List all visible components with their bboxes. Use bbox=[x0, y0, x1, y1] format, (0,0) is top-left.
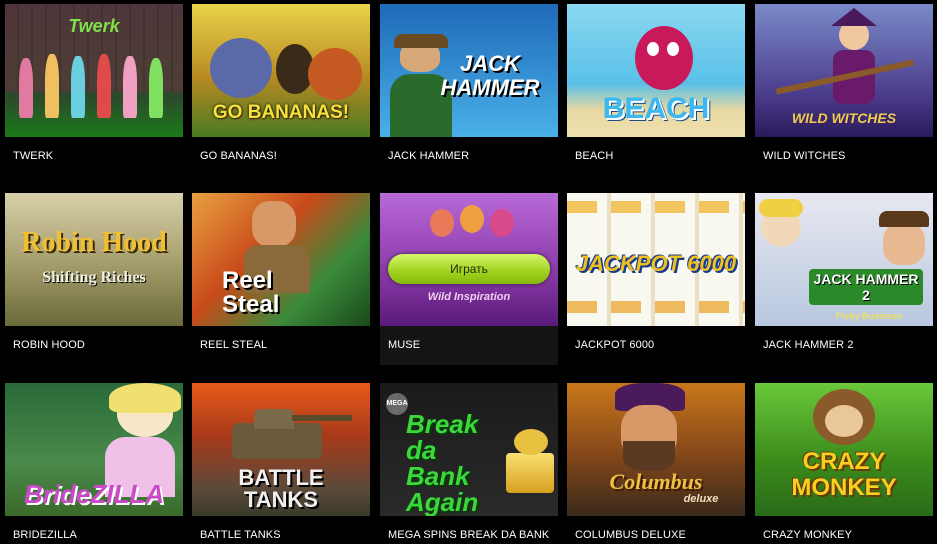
game-thumbnail-muse[interactable]: Играть Wild Inspiration bbox=[380, 193, 558, 326]
game-thumbnail-robin-hood[interactable]: Robin Hood Shifting Riches bbox=[5, 193, 183, 326]
game-logo-beach: BEACH bbox=[602, 92, 710, 125]
game-title[interactable]: CRAZY MONKEY bbox=[763, 529, 931, 542]
game-title[interactable]: TWERK bbox=[13, 150, 181, 163]
game-thumbnail-break-da-bank[interactable]: MEGA Break da Bank Again bbox=[380, 383, 558, 516]
play-button[interactable]: Играть bbox=[388, 254, 550, 284]
game-logo-robin-hood: Robin Hood bbox=[21, 227, 167, 258]
game-title[interactable]: JACKPOT 6000 bbox=[575, 339, 743, 352]
game-title[interactable]: BEACH bbox=[575, 150, 743, 163]
game-card-battle-tanks[interactable]: BATTLE TANKS BATTLE TANKS bbox=[192, 383, 370, 544]
game-logo-battle-tanks: BATTLE TANKS bbox=[238, 465, 324, 512]
game-thumbnail-columbus-deluxe[interactable]: Columbus deluxe bbox=[567, 383, 745, 516]
game-logo-twerk: Twerk bbox=[68, 16, 120, 36]
game-card-robin-hood[interactable]: Robin Hood Shifting Riches ROBIN HOOD bbox=[5, 193, 183, 365]
game-thumbnail-jack-hammer-2[interactable]: JACK HAMMER 2 Fishy Business bbox=[755, 193, 933, 326]
game-logo-bridezilla: BrideZILLA bbox=[23, 479, 165, 509]
game-title[interactable]: MUSE bbox=[388, 339, 556, 352]
game-subtitle-robin-hood: Shifting Riches bbox=[42, 269, 146, 286]
game-logo-break-da-bank: Break da Bank Again bbox=[406, 409, 479, 516]
game-card-beach[interactable]: BEACH BEACH bbox=[567, 4, 745, 176]
game-logo-muse: Wild Inspiration bbox=[427, 291, 511, 303]
game-logo-wild-witches: WILD WITCHES bbox=[791, 110, 897, 126]
game-card-break-da-bank[interactable]: MEGA Break da Bank Again MEGA SPINS BREA… bbox=[380, 383, 558, 544]
game-title[interactable]: MEGA SPINS BREAK DA BANK bbox=[388, 529, 556, 542]
game-card-go-bananas[interactable]: GO BANANAS! GO BANANAS! bbox=[192, 4, 370, 176]
game-title[interactable]: WILD WITCHES bbox=[763, 150, 931, 163]
game-card-jack-hammer-2[interactable]: JACK HAMMER 2 Fishy Business JACK HAMMER… bbox=[755, 193, 933, 365]
game-card-jack-hammer[interactable]: JACK HAMMER JACK HAMMER bbox=[380, 4, 558, 176]
game-logo-go-bananas: GO BANANAS! bbox=[212, 102, 350, 123]
game-thumbnail-jack-hammer[interactable]: JACK HAMMER bbox=[380, 4, 558, 137]
game-card-twerk[interactable]: Twerk TWERK bbox=[5, 4, 183, 176]
game-logo-columbus: Columbus bbox=[609, 469, 703, 494]
game-logo-jackpot-6000: JACKPOT 6000 bbox=[575, 251, 737, 276]
game-thumbnail-beach[interactable]: BEACH bbox=[567, 4, 745, 137]
game-thumbnail-bridezilla[interactable]: BrideZILLA bbox=[5, 383, 183, 516]
game-card-wild-witches[interactable]: WILD WITCHES WILD WITCHES bbox=[755, 4, 933, 176]
game-subtitle-jack-hammer-2: Fishy Business bbox=[835, 311, 903, 321]
game-card-jackpot-6000[interactable]: JACKPOT 6000 JACKPOT 6000 bbox=[567, 193, 745, 365]
game-thumbnail-go-bananas[interactable]: GO BANANAS! bbox=[192, 4, 370, 137]
game-thumbnail-battle-tanks[interactable]: BATTLE TANKS bbox=[192, 383, 370, 516]
game-card-muse[interactable]: Играть Wild Inspiration MUSE bbox=[380, 193, 558, 365]
game-thumbnail-twerk[interactable]: Twerk bbox=[5, 4, 183, 137]
game-title[interactable]: BATTLE TANKS bbox=[200, 529, 368, 542]
game-badge-mega: MEGA bbox=[386, 393, 408, 415]
game-logo-jack-hammer: JACK HAMMER bbox=[440, 51, 540, 100]
game-title[interactable]: ROBIN HOOD bbox=[13, 339, 181, 352]
game-thumbnail-wild-witches[interactable]: WILD WITCHES bbox=[755, 4, 933, 137]
game-thumbnail-reel-steal[interactable]: Reel Steal bbox=[192, 193, 370, 326]
game-thumbnail-jackpot-6000[interactable]: JACKPOT 6000 bbox=[567, 193, 745, 326]
game-title[interactable]: BRIDEZILLA bbox=[13, 529, 181, 542]
game-card-columbus-deluxe[interactable]: Columbus deluxe COLUMBUS DELUXE bbox=[567, 383, 745, 544]
game-card-reel-steal[interactable]: Reel Steal REEL STEAL bbox=[192, 193, 370, 365]
game-grid: Twerk TWERK GO BANANAS! GO BANANAS! JACK… bbox=[0, 0, 937, 544]
game-title[interactable]: COLUMBUS DELUXE bbox=[575, 529, 743, 542]
game-title[interactable]: REEL STEAL bbox=[200, 339, 368, 352]
game-title[interactable]: JACK HAMMER 2 bbox=[763, 339, 931, 352]
game-title[interactable]: JACK HAMMER bbox=[388, 150, 556, 163]
game-card-crazy-monkey[interactable]: CRAZY MONKEY CRAZY MONKEY bbox=[755, 383, 933, 544]
game-card-bridezilla[interactable]: BrideZILLA BRIDEZILLA bbox=[5, 383, 183, 544]
game-subtitle-columbus: deluxe bbox=[683, 493, 719, 505]
game-logo-jack-hammer-2: JACK HAMMER 2 bbox=[809, 269, 923, 305]
game-logo-crazy-monkey: CRAZY MONKEY bbox=[791, 448, 897, 501]
game-logo-reel-steal: Reel Steal bbox=[222, 267, 280, 318]
game-title[interactable]: GO BANANAS! bbox=[200, 150, 368, 163]
game-thumbnail-crazy-monkey[interactable]: CRAZY MONKEY bbox=[755, 383, 933, 516]
